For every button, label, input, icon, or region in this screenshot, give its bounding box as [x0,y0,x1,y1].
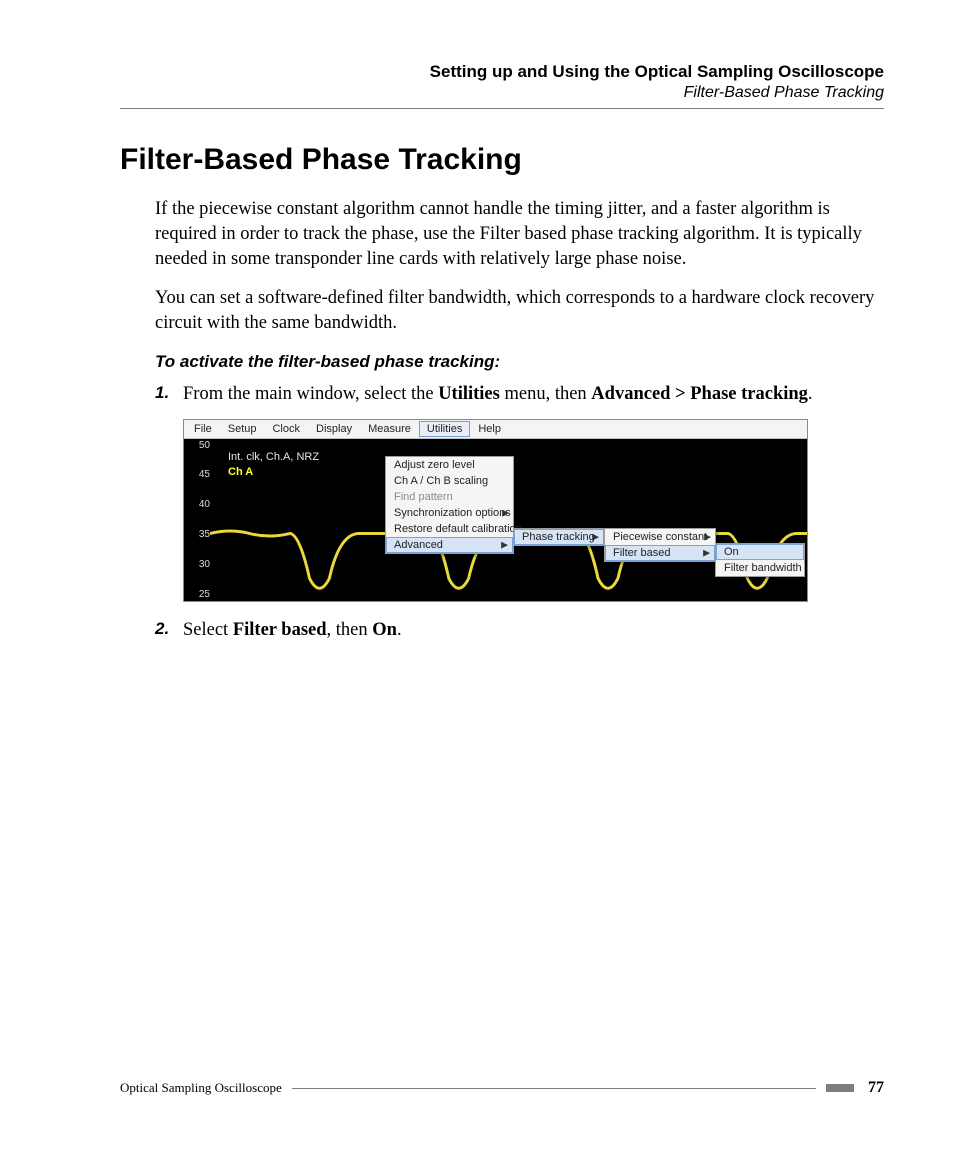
phase-tracking-dropdown: Piecewise constant ▶ Filter based ▶ [604,528,716,562]
step-2: 2. Select Filter based, then On. [155,618,884,643]
filter-based-dropdown: On Filter bandwidth [715,543,805,577]
menu-clock[interactable]: Clock [264,421,308,437]
submenu-arrow-icon: ▶ [502,507,509,518]
app-menubar: File Setup Clock Display Measure Utiliti… [184,420,807,439]
section-heading: Filter-Based Phase Tracking [120,143,884,177]
oscilloscope-plot: 50 45 40 35 30 25 (mW) Int. clk, Ch.A, N… [184,439,807,601]
step-2-number: 2. [155,618,183,643]
submenu-arrow-icon: ▶ [704,531,711,542]
menu-item-synchronization-options[interactable]: Synchronization options ▶ [386,505,513,521]
submenu-arrow-icon: ▶ [703,547,710,558]
step-2-text: Select Filter based, then On. [183,618,884,643]
footer-title: Optical Sampling Oscilloscope [120,1080,292,1096]
menu-help[interactable]: Help [470,421,509,437]
header-rule [120,108,884,109]
app-screenshot: File Setup Clock Display Measure Utiliti… [183,419,808,602]
menu-display[interactable]: Display [308,421,360,437]
menu-file[interactable]: File [186,421,220,437]
overlay-signal-label: Int. clk, Ch.A, NRZ [228,451,319,463]
menu-item-cha-chb-scaling[interactable]: Ch A / Ch B scaling [386,473,513,489]
step-1-number: 1. [155,382,183,407]
paragraph-1: If the piecewise constant algorithm cann… [120,197,884,272]
y-axis-ticks: 50 45 40 35 30 25 [188,439,210,601]
menu-measure[interactable]: Measure [360,421,419,437]
step-1-text: From the main window, select the Utiliti… [183,382,884,407]
menu-item-phase-tracking[interactable]: Phase tracking ▶ [514,529,604,545]
step-1: 1. From the main window, select the Util… [155,382,884,407]
menu-item-filter-based[interactable]: Filter based ▶ [605,545,715,561]
chapter-subtitle: Filter-Based Phase Tracking [120,84,884,102]
advanced-dropdown: Phase tracking ▶ [513,528,605,546]
chapter-title: Setting up and Using the Optical Samplin… [120,62,884,82]
menu-item-restore-default-calibration[interactable]: Restore default calibration [386,521,513,537]
plot-overlay-text: Int. clk, Ch.A, NRZ Ch A [228,451,319,478]
overlay-channel-label: Ch A [228,466,319,478]
menu-item-on[interactable]: On [716,544,804,560]
instruction-heading: To activate the filter-based phase track… [120,352,884,372]
submenu-arrow-icon: ▶ [592,531,599,542]
page-number: 77 [854,1079,884,1097]
menu-item-piecewise-constant[interactable]: Piecewise constant ▶ [605,529,715,545]
submenu-arrow-icon: ▶ [501,539,508,550]
menu-item-filter-bandwidth[interactable]: Filter bandwidth [716,560,804,576]
paragraph-2: You can set a software-defined filter ba… [120,286,884,336]
menu-utilities[interactable]: Utilities [419,421,470,437]
menu-item-adjust-zero-level[interactable]: Adjust zero level [386,457,513,473]
footer-rule [292,1088,816,1089]
menu-item-advanced[interactable]: Advanced ▶ [386,537,513,553]
menu-setup[interactable]: Setup [220,421,265,437]
menu-item-find-pattern: Find pattern [386,489,513,505]
footer-endcap [826,1084,854,1092]
page-footer: Optical Sampling Oscilloscope 77 [120,1079,884,1097]
utilities-dropdown: Adjust zero level Ch A / Ch B scaling Fi… [385,456,514,554]
